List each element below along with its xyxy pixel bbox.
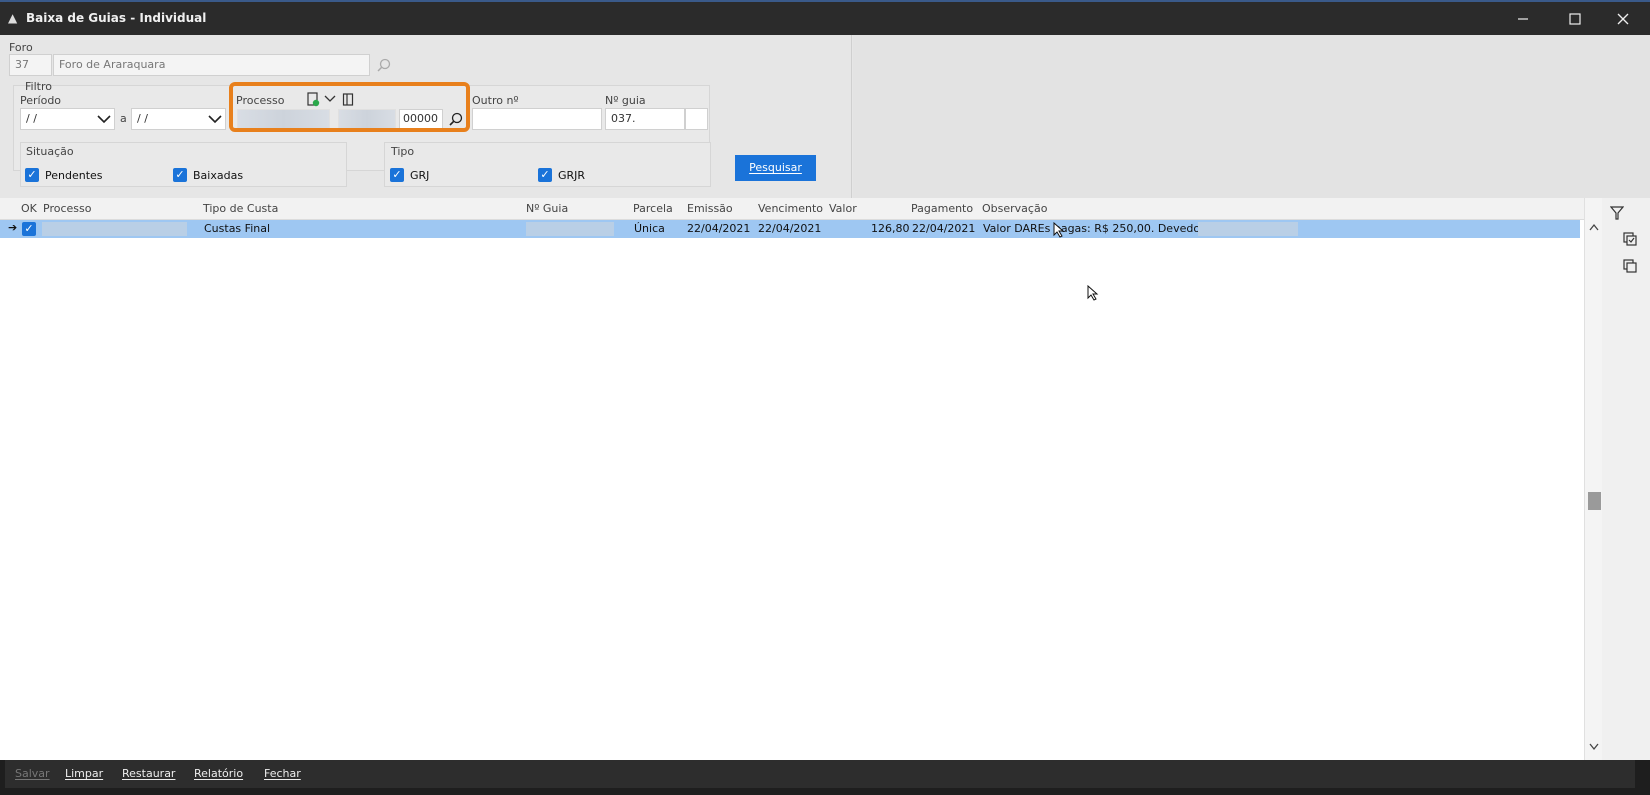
baixadas-label: Baixadas bbox=[193, 169, 244, 182]
pesquisar-button[interactable]: Pesquisar bbox=[735, 155, 816, 181]
scroll-thumb[interactable] bbox=[1588, 492, 1601, 510]
row-ok-checkbox[interactable]: ✓ bbox=[22, 222, 36, 236]
row-devedor-redacted bbox=[1198, 222, 1298, 236]
scroll-down-icon bbox=[1589, 743, 1599, 751]
foro-label: Foro bbox=[9, 41, 33, 54]
pendentes-label: Pendentes bbox=[45, 169, 103, 182]
limpar-button[interactable]: Limpar bbox=[65, 767, 103, 780]
filter-icon bbox=[1610, 206, 1624, 220]
grid-scrollbar[interactable] bbox=[1584, 198, 1602, 760]
foro-search-button[interactable] bbox=[374, 55, 394, 75]
salvar-button[interactable]: Salvar bbox=[15, 767, 50, 780]
foro-code-field[interactable]: 37 bbox=[9, 54, 52, 76]
filter-grid-button[interactable] bbox=[1607, 203, 1627, 223]
table-row[interactable]: ➔ ✓ Custas Final Única 22/04/2021 22/04/… bbox=[0, 220, 1580, 238]
situacao-label: Situação bbox=[26, 145, 74, 158]
outro-field[interactable] bbox=[472, 108, 602, 130]
filter-area: Foro 37 Foro de Araraquara Filtro Períod… bbox=[0, 35, 1650, 198]
footer-toolbar: Salvar Limpar Restaurar Relatório Fechar bbox=[5, 760, 1635, 788]
col-valor[interactable]: Valor bbox=[829, 202, 857, 215]
pendentes-checkbox[interactable]: ✓ bbox=[25, 168, 39, 182]
guia-field[interactable]: 037. bbox=[605, 108, 685, 130]
grj-label: GRJ bbox=[410, 169, 430, 182]
row-parcela: Única bbox=[634, 222, 665, 235]
col-vencimento[interactable]: Vencimento bbox=[758, 202, 823, 215]
row-emissao: 22/04/2021 bbox=[687, 222, 751, 235]
period-from-dropdown[interactable] bbox=[94, 109, 114, 129]
side-toolbar bbox=[1602, 198, 1650, 760]
grj-checkbox[interactable]: ✓ bbox=[390, 168, 404, 182]
row-processo-redacted bbox=[42, 222, 187, 236]
relatorio-button[interactable]: Relatório bbox=[194, 767, 243, 780]
select-all-button[interactable] bbox=[1620, 229, 1640, 249]
window-title: Baixa de Guias - Individual bbox=[26, 11, 207, 25]
grjr-label: GRJR bbox=[558, 169, 586, 182]
grjr-checkbox[interactable]: ✓ bbox=[538, 168, 552, 182]
cursor-icon bbox=[1053, 222, 1065, 238]
chevron-down-icon bbox=[97, 115, 111, 124]
chevron-down-icon bbox=[208, 115, 222, 124]
minimize-button[interactable] bbox=[1500, 2, 1546, 35]
col-tipo-custa[interactable]: Tipo de Custa bbox=[203, 202, 278, 215]
guia-label: Nº guia bbox=[605, 94, 646, 107]
col-guia[interactable]: Nº Guia bbox=[526, 202, 568, 215]
row-guia-redacted bbox=[526, 222, 614, 236]
filter-panel: Foro 37 Foro de Araraquara Filtro Períod… bbox=[0, 35, 852, 198]
row-vencimento: 22/04/2021 bbox=[758, 222, 822, 235]
col-pagamento[interactable]: Pagamento bbox=[911, 202, 973, 215]
filter-right-panel bbox=[853, 35, 1650, 198]
maximize-button[interactable] bbox=[1552, 2, 1598, 35]
cursor-icon bbox=[1087, 285, 1099, 301]
main-window: Foro 37 Foro de Araraquara Filtro Períod… bbox=[0, 35, 1650, 760]
grid-header: OK Processo Tipo de Custa Nº Guia Parcel… bbox=[0, 198, 1602, 220]
search-icon bbox=[377, 58, 391, 72]
processo-highlight bbox=[229, 82, 470, 132]
col-emissao[interactable]: Emissão bbox=[687, 202, 733, 215]
close-button[interactable] bbox=[1600, 2, 1646, 35]
row-pagamento: 22/04/2021 bbox=[912, 222, 976, 235]
period-to-dropdown[interactable] bbox=[205, 109, 225, 129]
fechar-button[interactable]: Fechar bbox=[264, 767, 301, 780]
period-to-value: / / bbox=[137, 112, 148, 125]
close-icon bbox=[1617, 13, 1629, 24]
foro-name-field[interactable]: Foro de Araraquara bbox=[53, 54, 370, 76]
outro-label: Outro nº bbox=[472, 94, 519, 107]
col-parcela[interactable]: Parcela bbox=[633, 202, 673, 215]
deselect-all-button[interactable] bbox=[1620, 256, 1640, 276]
col-processo[interactable]: Processo bbox=[43, 202, 91, 215]
period-from-value: / / bbox=[26, 112, 37, 125]
scroll-up-icon bbox=[1589, 223, 1599, 231]
maximize-icon bbox=[1569, 12, 1581, 25]
check-copy-icon bbox=[1622, 231, 1637, 246]
row-valor: 126,80 bbox=[871, 222, 910, 235]
minimize-icon bbox=[1518, 17, 1528, 20]
row-pointer-icon: ➔ bbox=[8, 221, 18, 234]
baixadas-checkbox[interactable]: ✓ bbox=[173, 168, 187, 182]
app-icon: ▲ bbox=[8, 11, 18, 25]
filtro-label: Filtro bbox=[25, 80, 52, 93]
copy-icon bbox=[1622, 258, 1637, 273]
tipo-label: Tipo bbox=[391, 145, 415, 158]
col-ok[interactable]: OK bbox=[21, 202, 37, 215]
grid-body: ➔ ✓ Custas Final Única 22/04/2021 22/04/… bbox=[0, 220, 1602, 760]
periodo-label: Período bbox=[20, 94, 62, 107]
title-bar: ▲ Baixa de Guias - Individual bbox=[0, 0, 1650, 35]
row-tipo-custa: Custas Final bbox=[204, 222, 271, 235]
restaurar-button[interactable]: Restaurar bbox=[122, 767, 175, 780]
period-separator: a bbox=[120, 112, 127, 125]
guia-extra-field[interactable] bbox=[685, 108, 708, 130]
row-observacao: Valor DAREs pagas: R$ 250,00. Devedor: bbox=[983, 222, 1209, 235]
col-observacao[interactable]: Observação bbox=[982, 202, 1047, 215]
